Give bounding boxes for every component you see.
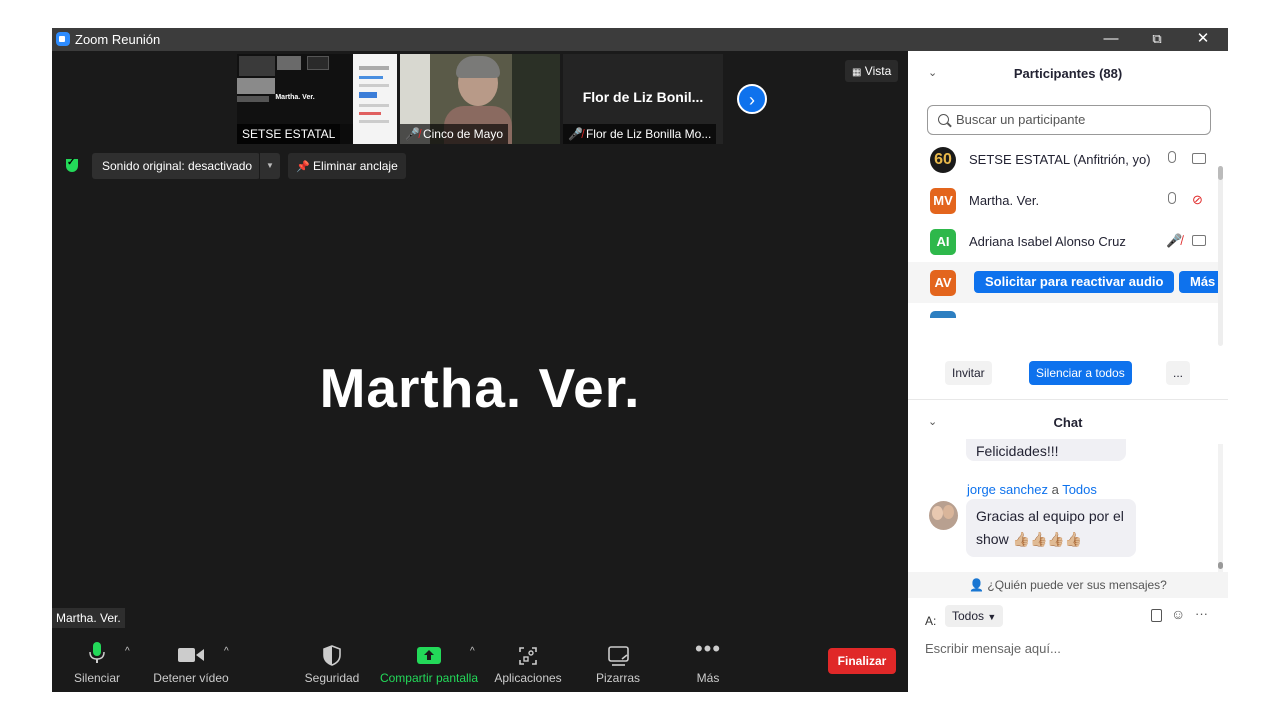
original-sound-dropdown[interactable]: ▼: [259, 153, 280, 179]
share-screen-icon: [417, 647, 441, 664]
pin-icon: 📌: [296, 161, 310, 173]
chat-bubble: Gracias al equipo por el show 👍🏼👍🏼👍🏼👍🏼: [966, 499, 1136, 557]
search-icon: [938, 114, 949, 125]
avatar: [929, 501, 958, 530]
participant-list-scrollbar[interactable]: [1218, 166, 1223, 346]
meeting-toolbar: Silenciar ^ Detener vídeo ^ Seguridad Co…: [52, 628, 908, 692]
avatar: AI: [930, 229, 956, 255]
security-shield-icon: [323, 645, 341, 666]
file-icon[interactable]: [1151, 609, 1162, 622]
participant-name: Adriana Isabel Alonso Cruz: [969, 234, 1126, 249]
participant-search-input[interactable]: Buscar un participante: [927, 105, 1211, 135]
participant-name: Martha. Ver.: [969, 193, 1040, 208]
avatar: MV: [930, 188, 956, 214]
zoom-window: Zoom Reunión — ⧉ ✕ Martha. Ver. SETSE ES…: [52, 28, 1228, 692]
participant-row[interactable]: AI Adriana Isabel Alonso Cruz 🎤̸: [908, 221, 1220, 262]
message-visibility-info[interactable]: 👤 ¿Quién puede ver sus mensajes?: [908, 572, 1228, 598]
panel-divider: [908, 399, 1228, 400]
security-button[interactable]: Seguridad: [302, 628, 362, 692]
thumbnail-label: 🎤̸ Cinco de Mayo: [400, 124, 508, 144]
window-title: Zoom Reunión: [75, 32, 161, 47]
participants-more-button[interactable]: ...: [1166, 361, 1191, 385]
active-speaker-name: Martha. Ver.: [319, 357, 641, 419]
audio-options-caret[interactable]: ^: [125, 646, 130, 657]
emoji-icon[interactable]: ☺: [1171, 606, 1185, 622]
grid-icon: ▦: [852, 67, 862, 78]
participant-row[interactable]: 60 SETSE ESTATAL (Anfitrión, yo): [908, 139, 1220, 180]
share-options-caret[interactable]: ^: [470, 646, 475, 657]
thumbnail-preview-text: Martha. Ver.: [275, 94, 315, 101]
invite-button[interactable]: Invitar: [945, 361, 992, 385]
end-meeting-button[interactable]: Finalizar: [828, 648, 896, 674]
stop-video-button[interactable]: Detener vídeo: [152, 628, 230, 692]
participant-more-button[interactable]: Más: [1179, 271, 1220, 293]
microphone-icon: [1168, 192, 1176, 204]
chat-bubble: Felicidades!!!: [966, 439, 1126, 461]
video-camera-icon: [1192, 153, 1206, 164]
whiteboard-icon: [608, 646, 629, 666]
mute-button[interactable]: Silenciar: [72, 628, 122, 692]
mute-all-button[interactable]: Silenciar a todos: [1029, 361, 1132, 385]
restore-button[interactable]: ⧉: [1134, 28, 1180, 51]
recipient-select[interactable]: Todos ▼: [945, 605, 1004, 627]
chevron-right-icon: ›: [749, 90, 755, 110]
person-icon: 👤: [969, 578, 985, 592]
encryption-shield-icon: [66, 157, 78, 172]
unpin-button[interactable]: 📌 Eliminar anclaje: [288, 153, 406, 179]
mic-muted-icon: 🎤̸: [405, 127, 420, 141]
avatar: 60: [930, 147, 956, 173]
thumbnail-center-name: Flor de Liz Bonil...: [582, 89, 704, 105]
more-button[interactable]: ••• Más: [683, 628, 733, 692]
more-dots-icon: •••: [694, 636, 722, 661]
participant-row[interactable]: [908, 303, 1220, 318]
title-bar: Zoom Reunión — ⧉ ✕: [52, 28, 1228, 51]
share-screen-button[interactable]: Compartir pantalla: [379, 628, 479, 692]
video-stage: Martha. Ver. SETSE ESTATAL 🎤̸ Cinco de Ma…: [52, 51, 908, 692]
more-options-icon[interactable]: ···: [1195, 606, 1208, 621]
apps-button[interactable]: Aplicaciones: [492, 628, 564, 692]
chat-scrollbar[interactable]: [1218, 444, 1223, 574]
whiteboards-button[interactable]: Pizarras: [590, 628, 646, 692]
video-camera-icon: [1192, 235, 1206, 246]
thumbnail-cinco-de-mayo[interactable]: 🎤̸ Cinco de Mayo: [400, 54, 560, 144]
thumbnail-label: SETSE ESTATAL: [237, 124, 341, 144]
thumbnail-setse-estatal[interactable]: Martha. Ver. SETSE ESTATAL: [237, 54, 397, 144]
recipient-label: A:: [925, 614, 937, 628]
participant-row-hovered[interactable]: AV Solicitar para reactivar audio Más: [908, 262, 1220, 303]
avatar: AV: [930, 270, 956, 296]
chat-sender: jorge sanchez a Todos: [967, 482, 1097, 497]
side-panel: ⌄ Participantes (88) Buscar un participa…: [908, 51, 1228, 692]
thumbnail-flor-de-liz[interactable]: Flor de Liz Bonil... 🎤̸ Flor de Liz Bonil…: [563, 54, 723, 144]
zoom-logo-icon: [56, 32, 70, 46]
speaker-name-tag: Martha. Ver.: [52, 608, 125, 628]
chevron-down-icon: ▼: [987, 612, 997, 622]
video-options-caret[interactable]: ^: [224, 646, 229, 657]
request-unmute-button[interactable]: Solicitar para reactivar audio: [974, 271, 1175, 293]
video-off-icon: ⊘: [1192, 192, 1203, 207]
minimize-button[interactable]: —: [1088, 28, 1134, 51]
participant-name: SETSE ESTATAL (Anfitrión, yo): [969, 152, 1151, 167]
chat-title: Chat: [1053, 415, 1083, 430]
screen-share-preview: Martha. Ver.: [237, 54, 353, 124]
close-button[interactable]: ✕: [1180, 28, 1226, 51]
avatar: [930, 311, 956, 318]
mic-muted-icon: 🎤̸: [1166, 233, 1183, 248]
view-button[interactable]: ▦ Vista: [845, 60, 899, 82]
apps-icon: [519, 647, 537, 665]
participant-row[interactable]: MV Martha. Ver. ⊘: [908, 180, 1220, 221]
participant-list: 60 SETSE ESTATAL (Anfitrión, yo) MV Mart…: [908, 139, 1220, 318]
document-preview: [353, 54, 397, 144]
original-sound-button[interactable]: Sonido original: desactivado: [92, 153, 261, 179]
microphone-icon: [1168, 151, 1176, 163]
microphone-icon: [89, 642, 105, 663]
chat-message-input[interactable]: Escribir mensaje aquí...: [925, 641, 1061, 656]
mic-muted-icon: 🎤̸: [568, 127, 583, 141]
caret-down-icon: ▼: [266, 161, 274, 170]
next-page-button[interactable]: ›: [737, 84, 767, 114]
thumbnail-label: 🎤̸ Flor de Liz Bonilla Mo...: [563, 124, 717, 144]
video-camera-icon: [178, 648, 204, 662]
participants-title: Participantes (88): [1013, 66, 1123, 81]
